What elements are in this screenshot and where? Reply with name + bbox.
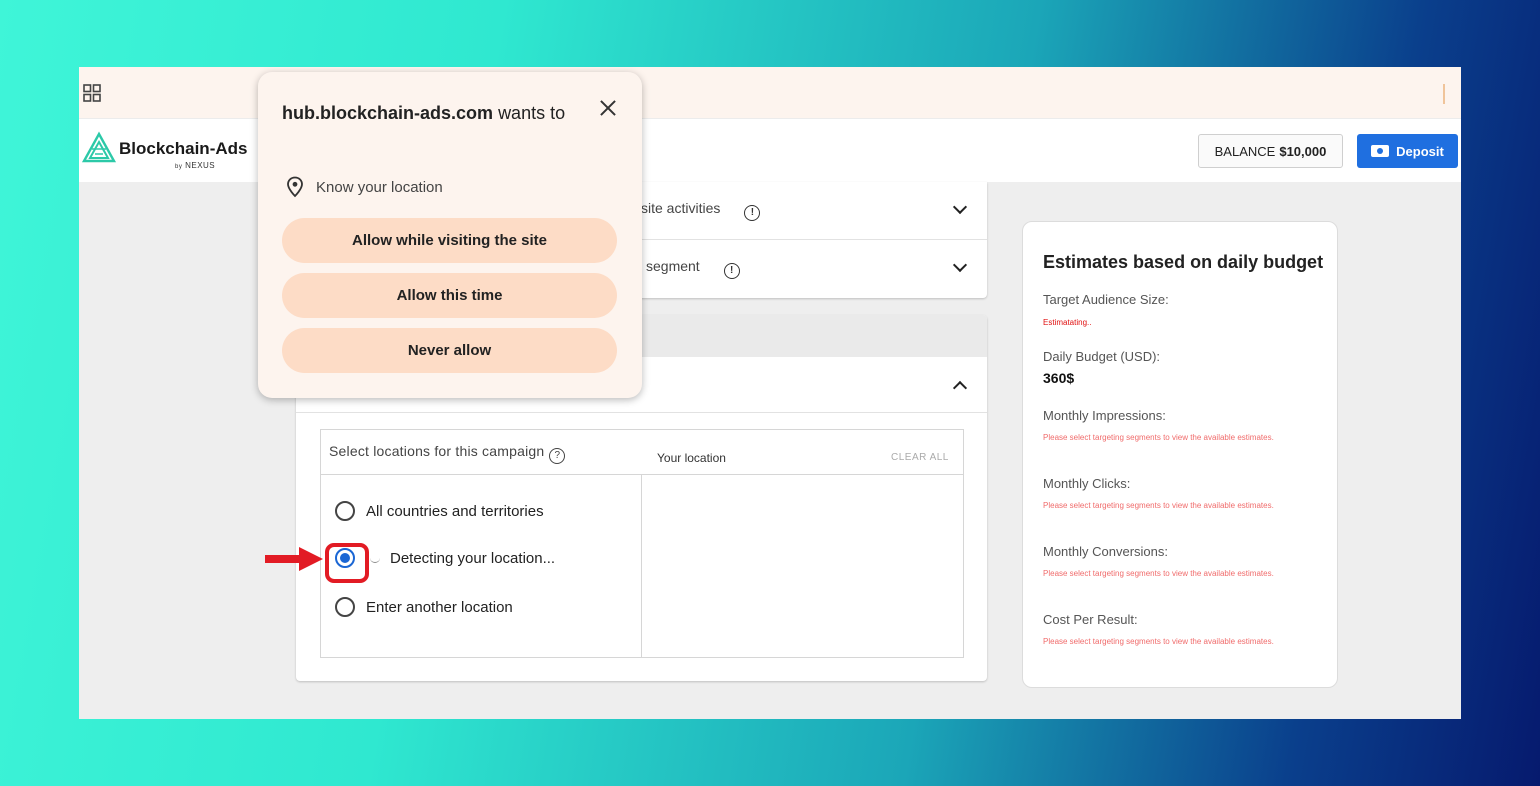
daily-budget-value: 360$ <box>1043 370 1075 386</box>
radio-button[interactable] <box>335 501 355 521</box>
targeting-row-label: segment! <box>646 258 740 279</box>
radio-all-countries[interactable]: All countries and territories <box>335 501 544 521</box>
estimate-note: Please select targeting segments to view… <box>1043 433 1274 442</box>
help-icon[interactable]: ? <box>549 448 566 464</box>
info-icon[interactable]: ! <box>744 205 761 221</box>
audience-size-label: Target Audience Size: <box>1043 292 1169 307</box>
location-title: Select locations for this campaign? <box>329 443 566 464</box>
logo-text: Blockchain-Ads <box>119 139 248 158</box>
radio-label: All countries and territories <box>366 502 544 520</box>
estimate-note: Please select targeting segments to view… <box>1043 637 1274 646</box>
logo-icon <box>81 131 117 163</box>
loading-spinner-icon <box>370 553 380 563</box>
radio-label: Detecting your location... <box>390 549 556 567</box>
location-pin-icon <box>287 176 303 198</box>
deposit-button[interactable]: Deposit <box>1357 134 1458 168</box>
logo-by: by <box>175 164 183 170</box>
cost-per-result-label: Cost Per Result: <box>1043 612 1138 627</box>
popup-title: hub.blockchain-ads.com wants to <box>282 99 582 128</box>
selection-highlight <box>325 543 369 583</box>
location-title-text: Select locations for this campaign <box>329 443 545 459</box>
topbar-divider <box>1443 84 1445 104</box>
balance-display: BALANCE $10,000 <box>1198 134 1343 168</box>
monthly-impressions-label: Monthly Impressions: <box>1043 408 1166 423</box>
permission-item: Know your location <box>286 176 443 198</box>
estimate-note: Please select targeting segments to view… <box>1043 501 1274 510</box>
close-icon[interactable] <box>600 100 616 116</box>
allow-while-visiting-button[interactable]: Allow while visiting the site <box>282 218 617 263</box>
never-allow-button[interactable]: Never allow <box>282 328 617 373</box>
logo-nexus: NEXUS <box>185 161 216 170</box>
estimates-title: Estimates based on daily budget <box>1043 252 1324 272</box>
monthly-conversions-label: Monthly Conversions: <box>1043 544 1168 559</box>
location-selector: Select locations for this campaign? All … <box>320 429 964 658</box>
location-permission-popup: hub.blockchain-ads.com wants to Know you… <box>258 72 642 398</box>
apps-grid-icon[interactable] <box>83 84 101 102</box>
logo-subtext: by NEXUS <box>175 161 215 170</box>
info-icon[interactable]: ! <box>723 263 740 279</box>
chevron-down-icon[interactable] <box>952 199 968 215</box>
permission-label: Know your location <box>316 178 443 196</box>
clear-all-button[interactable]: CLEAR ALL <box>891 452 949 463</box>
balance-value: $10,000 <box>1279 143 1327 159</box>
chevron-up-icon[interactable] <box>952 380 968 396</box>
location-options: All countries and territories Detecting … <box>321 475 642 658</box>
estimate-note: Please select targeting segments to view… <box>1043 569 1274 578</box>
allow-this-time-button[interactable]: Allow this time <box>282 273 617 318</box>
red-arrow-icon <box>265 547 323 571</box>
your-location-label: Your location <box>657 451 726 465</box>
popup-title-suffix: wants to <box>498 103 566 123</box>
popup-site: hub.blockchain-ads.com <box>282 103 494 123</box>
blockchain-ads-logo[interactable]: Blockchain-Ads by NEXUS <box>81 131 251 175</box>
audience-size-status: Estimatating.. <box>1043 318 1092 327</box>
deposit-label: Deposit <box>1396 143 1444 159</box>
segment-label: segment <box>646 258 700 274</box>
balance-label: BALANCE <box>1214 143 1276 159</box>
chevron-down-icon[interactable] <box>952 257 968 273</box>
monthly-clicks-label: Monthly Clicks: <box>1043 476 1131 491</box>
site-activities-label: site activities <box>641 200 721 216</box>
location-title-row: Select locations for this campaign? <box>321 430 963 475</box>
radio-button[interactable] <box>335 597 355 617</box>
daily-budget-label: Daily Budget (USD): <box>1043 349 1161 364</box>
cash-icon <box>1371 145 1390 157</box>
radio-label: Enter another location <box>366 598 513 616</box>
estimates-card: Estimates based on daily budget Target A… <box>1022 221 1338 688</box>
radio-other-location[interactable]: Enter another location <box>335 597 513 617</box>
targeting-row-label: site activities! <box>641 200 761 221</box>
